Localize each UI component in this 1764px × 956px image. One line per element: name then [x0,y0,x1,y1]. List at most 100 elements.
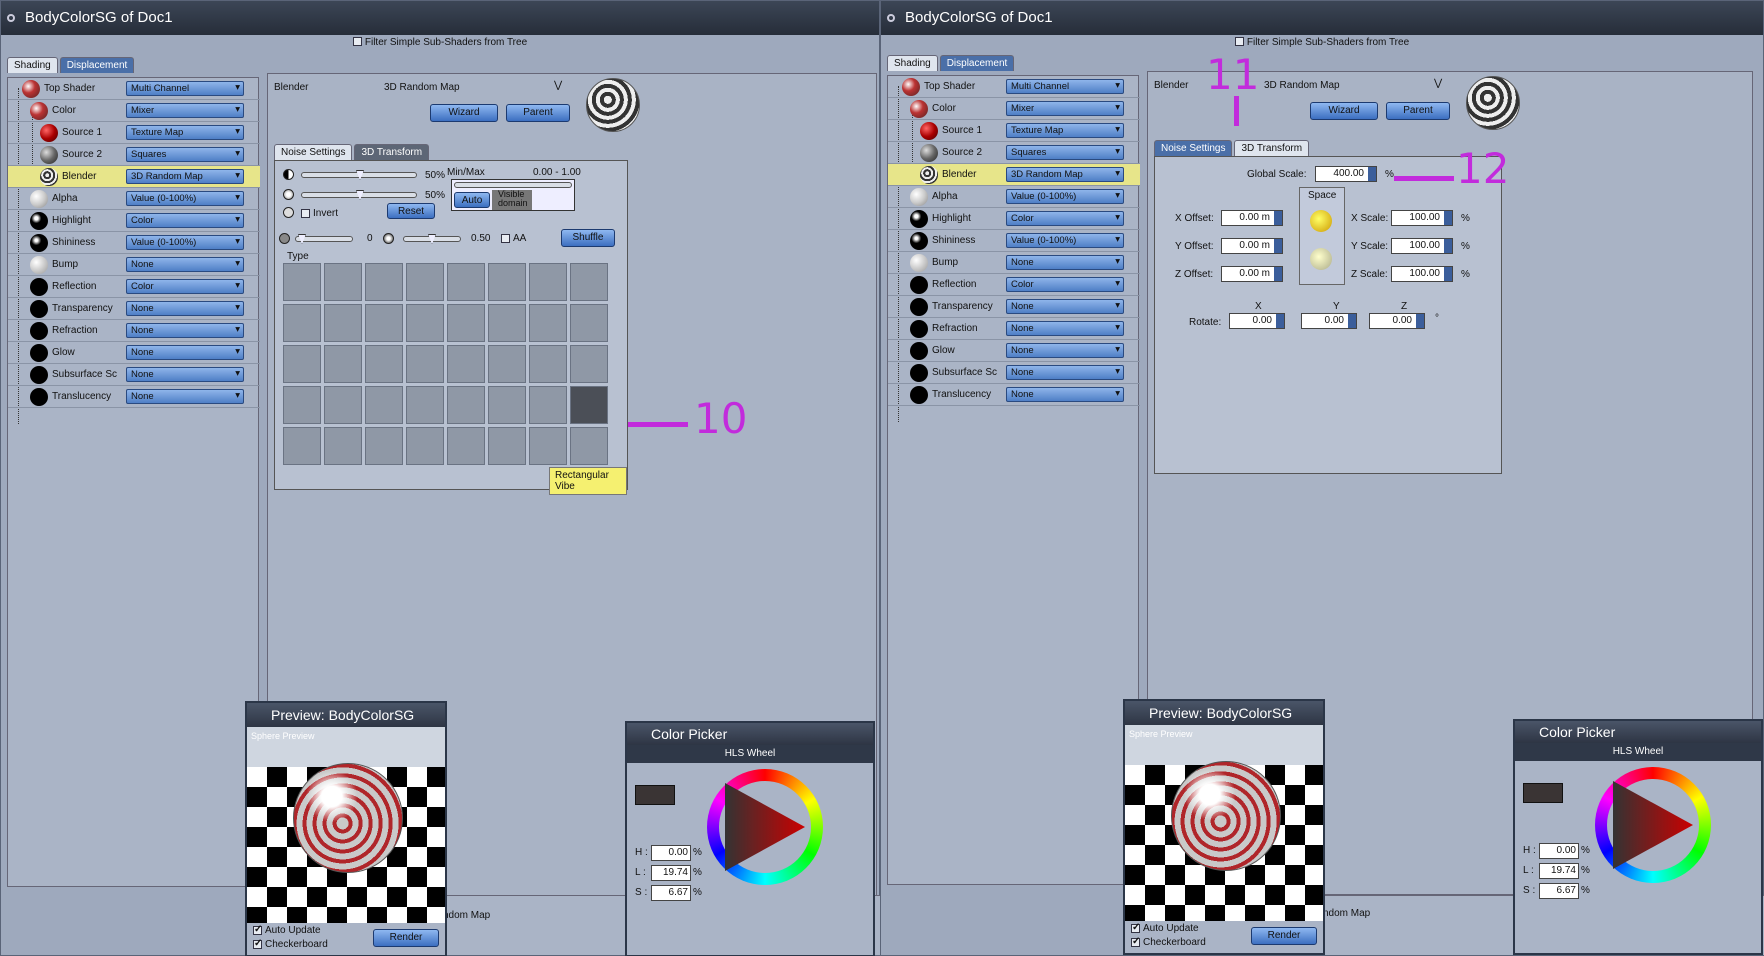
noise-type-cell[interactable] [283,427,321,465]
invert-checkbox[interactable] [301,209,310,218]
noise-type-cell[interactable] [365,386,403,424]
noise-type-cell[interactable] [406,263,444,301]
spinner-icon[interactable] [1444,267,1452,281]
world-space-icon[interactable] [1310,210,1332,232]
noise-type-cell[interactable] [488,304,526,342]
close-icon[interactable] [887,14,895,22]
tree-row-highlight[interactable]: Highlight Color [8,210,260,232]
wizard-button[interactable]: Wizard [1310,102,1378,120]
tree-dropdown[interactable]: None [1006,365,1124,380]
tree-dropdown[interactable]: Mixer [1006,101,1124,116]
y-offset-input[interactable]: 0.00 m [1221,238,1283,254]
tree-row-reflection[interactable]: Reflection Color [8,276,260,298]
noise-type-cell[interactable] [570,304,608,342]
color-picker-mode[interactable]: HLS Wheel [725,748,776,759]
h-input[interactable]: 0.00 [651,845,691,861]
tree-dropdown[interactable]: Value (0-100%) [126,191,244,206]
noise-type-cell[interactable] [529,304,567,342]
tree-dropdown[interactable]: Color [1006,211,1124,226]
tree-row-bump[interactable]: Bump None [8,254,260,276]
noise-type-cell[interactable] [529,345,567,383]
slider-3[interactable] [295,234,353,244]
noise-type-cell[interactable] [529,427,567,465]
spinner-icon[interactable] [1348,314,1356,328]
x-scale-input[interactable]: 100.00 [1391,210,1453,226]
minmax-slider[interactable] [454,182,572,188]
noise-type-cell[interactable] [447,386,485,424]
tab-displacement[interactable]: Displacement [939,55,1015,71]
tree-dropdown[interactable]: Squares [1006,145,1124,160]
noise-type-cell[interactable] [324,345,362,383]
tree-row-alpha[interactable]: Alpha Value (0-100%) [8,188,260,210]
tab-3d-transform[interactable]: 3D Transform [354,144,430,160]
noise-type-cell[interactable] [324,304,362,342]
l-input[interactable]: 19.74 [651,865,691,881]
tree-row-blender[interactable]: Blender 3D Random Map [888,164,1140,186]
preview-title[interactable]: Preview: BodyColorSG [1125,701,1323,725]
tab-noise-settings[interactable]: Noise Settings [1154,140,1233,156]
tab-3d-transform[interactable]: 3D Transform [1234,140,1310,156]
object-space-icon[interactable] [1310,248,1332,270]
wizard-button[interactable]: Wizard [430,104,498,122]
spinner-icon[interactable] [1276,314,1284,328]
color-swatch[interactable] [1523,783,1563,803]
slider-knob[interactable] [356,190,364,200]
y-scale-input[interactable]: 100.00 [1391,238,1453,254]
hls-wheel[interactable] [1595,767,1711,883]
tree-dropdown[interactable]: None [1006,255,1124,270]
tree-row-highlight[interactable]: Highlight Color [888,208,1140,230]
z-offset-input[interactable]: 0.00 m [1221,266,1283,282]
shader-type-label[interactable]: 3D Random Map [384,82,460,93]
tree-dropdown[interactable]: None [126,323,244,338]
tree-dropdown[interactable]: None [1006,321,1124,336]
aa-checkbox[interactable] [501,234,510,243]
noise-type-cell[interactable] [365,345,403,383]
color-picker-mode[interactable]: HLS Wheel [1613,746,1664,757]
spinner-icon[interactable] [1274,211,1282,225]
slider-1[interactable] [301,170,417,180]
tree-dropdown[interactable]: None [1006,387,1124,402]
color-picker-title[interactable]: Color Picker [1515,721,1761,743]
noise-type-cell[interactable] [406,345,444,383]
noise-type-cell[interactable] [529,386,567,424]
spinner-icon[interactable] [1274,239,1282,253]
noise-type-cell[interactable] [570,345,608,383]
tree-row-top-shader[interactable]: Top Shader Multi Channel [8,78,260,100]
tree-dropdown[interactable]: Texture Map [126,125,244,140]
slider-4[interactable] [403,234,461,244]
tree-dropdown[interactable]: Value (0-100%) [126,235,244,250]
tree-dropdown[interactable]: 3D Random Map [1006,167,1124,182]
slider-knob[interactable] [428,234,436,244]
tree-dropdown[interactable]: None [126,389,244,404]
tree-row-shininess[interactable]: Shininess Value (0-100%) [8,232,260,254]
parent-button[interactable]: Parent [1386,102,1450,120]
preview-title[interactable]: Preview: BodyColorSG [247,703,445,727]
auto-button[interactable]: Auto [454,192,490,208]
noise-type-cell[interactable] [283,263,321,301]
tree-row-source-2[interactable]: Source 2 Squares [8,144,260,166]
auto-update-checkbox[interactable] [1131,922,1140,933]
tree-dropdown[interactable]: Multi Channel [126,81,244,96]
tree-dropdown[interactable]: Color [1006,277,1124,292]
noise-type-cell[interactable] [324,386,362,424]
tree-row-transparency[interactable]: Transparency None [888,296,1140,318]
tree-row-bump[interactable]: Bump None [888,252,1140,274]
filter-row[interactable]: Filter Simple Sub-Shaders from Tree [1,37,879,51]
reset-button[interactable]: Reset [387,203,435,219]
tree-dropdown[interactable]: Mixer [126,103,244,118]
x-offset-input[interactable]: 0.00 m [1221,210,1283,226]
noise-type-cell[interactable] [324,263,362,301]
tree-row-translucency[interactable]: Translucency None [8,386,260,408]
tree-dropdown[interactable]: None [1006,343,1124,358]
tree-dropdown[interactable]: 3D Random Map [126,169,244,184]
tree-row-color[interactable]: Color Mixer [8,100,260,122]
tree-dropdown[interactable]: Texture Map [1006,123,1124,138]
tree-row-source-1[interactable]: Source 1 Texture Map [8,122,260,144]
global-scale-input[interactable]: 400.00 [1315,166,1377,182]
noise-type-cell[interactable] [283,304,321,342]
tree-row-reflection[interactable]: Reflection Color [888,274,1140,296]
hls-wheel[interactable] [707,769,823,885]
color-picker-mode-bar[interactable]: HLS Wheel [627,745,873,763]
tree-dropdown[interactable]: None [126,345,244,360]
rotate-z-input[interactable]: 0.00 [1369,313,1425,329]
